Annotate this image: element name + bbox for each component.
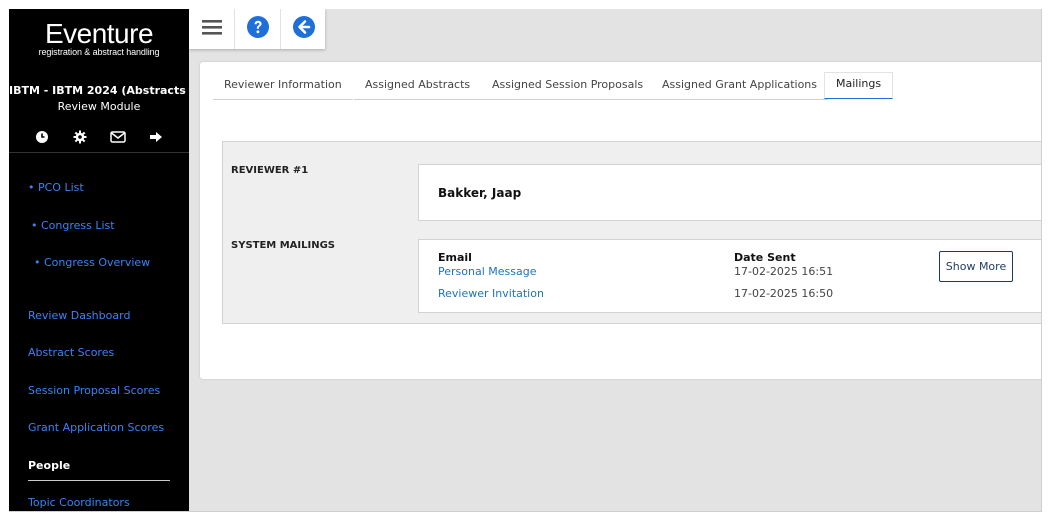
mailing-date: 17-02-2025 16:50	[734, 287, 834, 300]
logo[interactable]: Eventure registration & abstract handlin…	[9, 18, 189, 58]
mailing-email-link[interactable]: Reviewer Invitation	[438, 287, 544, 300]
sidebar-item-topic-coordinators[interactable]: Topic Coordinators	[28, 496, 130, 509]
mailing-date: 17-02-2025 16:51	[734, 265, 834, 278]
module-title: Review Module	[57, 100, 141, 113]
tab-reviewer-information[interactable]: Reviewer Information	[213, 76, 353, 100]
sidebar-item-review-dashboard[interactable]: Review Dashboard	[28, 309, 130, 322]
clock-icon[interactable]	[32, 127, 52, 147]
tab-assigned-session-proposals[interactable]: Assigned Session Proposals	[481, 76, 655, 100]
top-toolbar	[189, 9, 325, 49]
reviewer-label: REVIEWER #1	[231, 165, 309, 176]
help-button[interactable]	[235, 9, 280, 49]
sidebar-item-grant-application-scores[interactable]: Grant Application Scores	[28, 421, 164, 434]
reviewer-panel: REVIEWER #1 Bakker, Jaap SYSTEM MAILINGS…	[222, 141, 1041, 324]
back-button[interactable]	[281, 9, 326, 49]
menu-button[interactable]	[189, 9, 234, 49]
app-frame: Eventure registration & abstract handlin…	[9, 9, 1042, 512]
mailings-box: Email Date Sent Personal Message 17-02-2…	[418, 239, 1041, 313]
reviewer-name: Bakker, Jaap	[438, 186, 522, 200]
show-more-button[interactable]: Show More	[939, 251, 1013, 282]
active-item-underline	[28, 480, 170, 481]
help-icon	[246, 15, 270, 43]
sidebar-item-pco-list[interactable]: • PCO List	[28, 181, 84, 194]
reviewer-name-box: Bakker, Jaap	[418, 164, 1041, 221]
back-icon	[292, 15, 316, 43]
mail-icon[interactable]	[108, 127, 128, 147]
date-sent-column-header: Date Sent	[734, 251, 796, 264]
sidebar-divider	[9, 152, 189, 153]
sidebar-icon-bar	[9, 127, 189, 147]
logo-text: Eventure	[44, 18, 154, 49]
sidebar-item-people[interactable]: People	[28, 459, 70, 472]
sidebar-item-congress-overview[interactable]: • Congress Overview	[34, 256, 150, 269]
system-mailings-label: SYSTEM MAILINGS	[231, 240, 336, 251]
tab-assigned-abstracts[interactable]: Assigned Abstracts	[354, 76, 482, 100]
email-column-header: Email	[438, 251, 472, 264]
logo-tagline: registration & abstract handling	[38, 47, 160, 57]
sidebar-item-session-proposal-scores[interactable]: Session Proposal Scores	[28, 384, 160, 397]
tab-mailings[interactable]: Mailings	[824, 72, 894, 99]
mailing-email-link[interactable]: Personal Message	[438, 265, 536, 278]
sidebar-item-congress-list[interactable]: • Congress List	[31, 219, 115, 232]
menu-icon	[201, 19, 222, 39]
logout-icon[interactable]	[146, 127, 166, 147]
tab-assigned-grant-applications[interactable]: Assigned Grant Applications	[651, 76, 829, 100]
gear-icon[interactable]	[70, 127, 90, 147]
sidebar-item-abstract-scores[interactable]: Abstract Scores	[28, 346, 114, 359]
main-card: Reviewer Information Assigned Abstracts …	[200, 62, 1041, 379]
event-title: IBTM - IBTM 2024 (Abstracts & Par...	[9, 84, 189, 97]
sidebar: Eventure registration & abstract handlin…	[9, 9, 189, 511]
